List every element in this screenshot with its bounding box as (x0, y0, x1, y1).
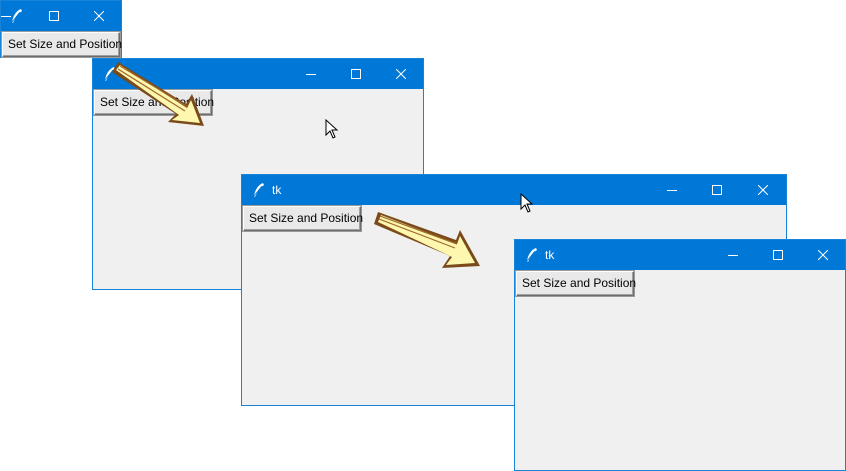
window-title: tk (272, 183, 282, 197)
set-size-position-button[interactable]: Set Size and Position (516, 271, 636, 296)
maximize-button[interactable] (755, 240, 801, 270)
minimize-icon (728, 255, 738, 256)
minimize-button[interactable] (288, 59, 334, 89)
mouse-cursor-icon (520, 193, 534, 213)
set-size-position-button[interactable]: Set Size and Position (243, 206, 363, 231)
minimize-icon (1, 16, 11, 17)
feather-icon (253, 183, 264, 197)
close-icon (94, 11, 104, 21)
minimize-button[interactable] (710, 240, 756, 270)
arrow-icon (112, 62, 204, 126)
mouse-cursor-icon (325, 119, 339, 139)
maximize-icon (712, 185, 722, 195)
maximize-icon (773, 250, 783, 260)
window-4: tk Set Size and Position (514, 239, 846, 471)
close-button[interactable] (76, 1, 122, 31)
title-bar[interactable]: tk (242, 175, 786, 205)
minimize-icon (306, 74, 316, 75)
feather-icon (526, 248, 537, 262)
maximize-button[interactable] (694, 175, 740, 205)
set-size-position-button[interactable]: Set Size and Position (2, 32, 122, 57)
minimize-icon (667, 190, 677, 191)
minimize-button[interactable] (649, 175, 695, 205)
minimize-button[interactable] (0, 1, 29, 31)
maximize-button[interactable] (31, 1, 77, 31)
maximize-button[interactable] (333, 59, 379, 89)
maximize-icon (351, 69, 361, 79)
window-1: Set Size and Position (0, 0, 122, 58)
close-icon (818, 250, 828, 260)
close-button[interactable] (378, 59, 424, 89)
window-title: tk (545, 248, 555, 262)
title-bar[interactable] (1, 1, 121, 31)
close-icon (396, 69, 406, 79)
close-button[interactable] (800, 240, 846, 270)
arrow-icon (374, 212, 480, 268)
maximize-icon (49, 11, 59, 21)
title-bar[interactable]: tk (515, 240, 845, 270)
close-icon (758, 185, 768, 195)
close-button[interactable] (740, 175, 786, 205)
